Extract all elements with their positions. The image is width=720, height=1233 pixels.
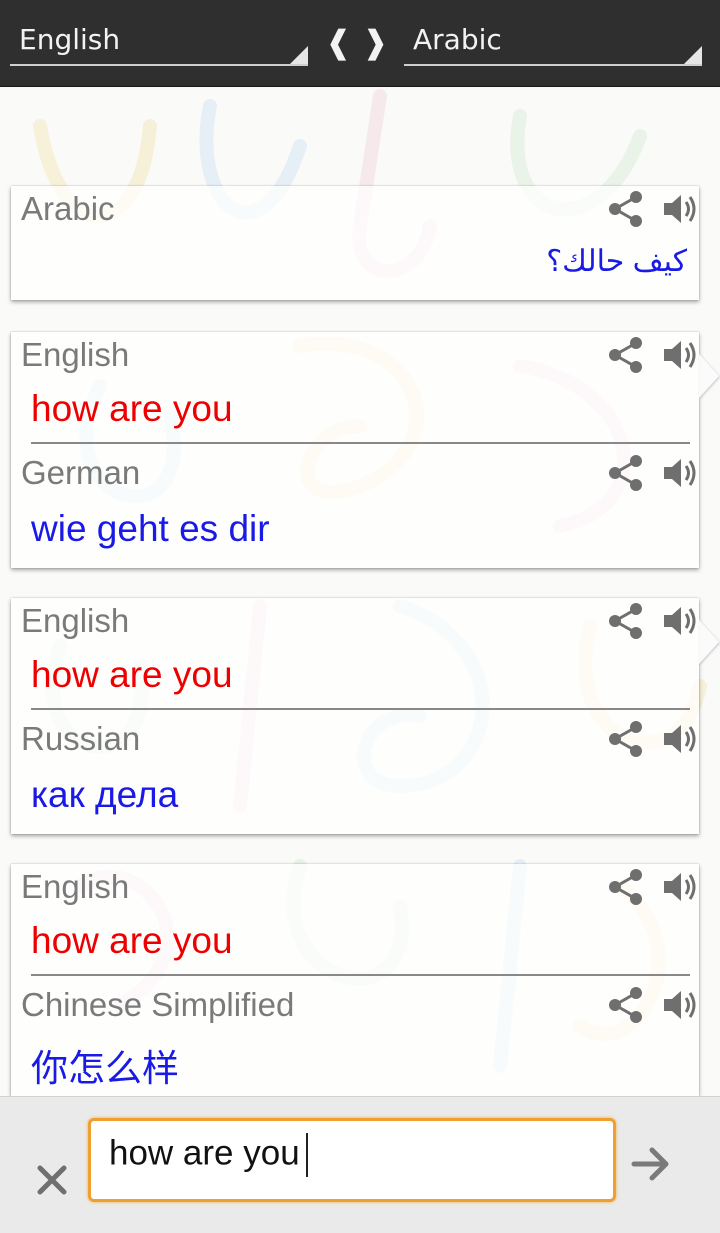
source-language-dropdown[interactable]: English [10,18,308,66]
arrow-right-icon[interactable] [630,1142,674,1186]
swap-languages-button[interactable]: ❰❱ [325,18,397,66]
speaker-icon[interactable] [661,602,699,640]
target-text: 你怎么样 [31,1048,179,1089]
history-card[interactable]: English how are you Chinese Simplified 你… [11,864,699,1096]
dropdown-triangle-icon [684,46,702,64]
swap-languages-icon: ❰❱ [325,23,399,61]
target-language-label: Arabic [413,23,502,56]
history-card[interactable]: English how are you German wie geht es d… [11,332,719,568]
divider [31,442,690,444]
speaker-icon[interactable] [661,986,699,1024]
speaker-icon[interactable] [661,336,699,374]
target-text: wie geht es dir [31,508,270,549]
divider [31,708,690,710]
target-language-label: Chinese Simplified [21,986,295,1023]
source-text: how are you [31,654,233,695]
input-value: how are you [109,1133,300,1173]
share-icon[interactable] [607,986,645,1024]
close-icon[interactable] [32,1160,72,1200]
input-value-wrapper: how are you [109,1133,308,1177]
target-language-label: German [21,454,141,491]
share-icon[interactable] [607,454,645,492]
source-language-label: English [21,868,130,905]
share-icon[interactable] [607,336,645,374]
speaker-icon[interactable] [661,868,699,906]
history-card[interactable]: English how are you Russian как дела [11,598,719,834]
share-icon[interactable] [607,602,645,640]
text-input[interactable]: how are you [88,1118,616,1202]
source-language-label: English [21,602,130,639]
speaker-icon[interactable] [661,190,699,228]
target-language-dropdown[interactable]: Arabic [404,18,702,66]
text-caret [305,1133,308,1177]
speaker-icon[interactable] [661,720,699,758]
target-language-label: Russian [21,720,141,757]
share-icon[interactable] [607,190,645,228]
result-translation: كيف حالك؟ [546,245,687,278]
result-card: Arabic كيف حالك؟ [11,186,699,300]
card-pointer [699,354,719,398]
dropdown-triangle-icon [290,46,308,64]
card-pointer [699,620,719,664]
speaker-icon[interactable] [661,454,699,492]
source-text: how are you [31,388,233,429]
result-language-label: Arabic [21,190,115,227]
divider [31,974,690,976]
target-text: как дела [31,774,179,815]
source-language-label: English [21,336,130,373]
language-bar: English ❰❱ Arabic [0,0,720,87]
share-icon[interactable] [607,720,645,758]
source-language-label: English [19,23,121,56]
share-icon[interactable] [607,868,645,906]
source-text: how are you [31,920,233,961]
